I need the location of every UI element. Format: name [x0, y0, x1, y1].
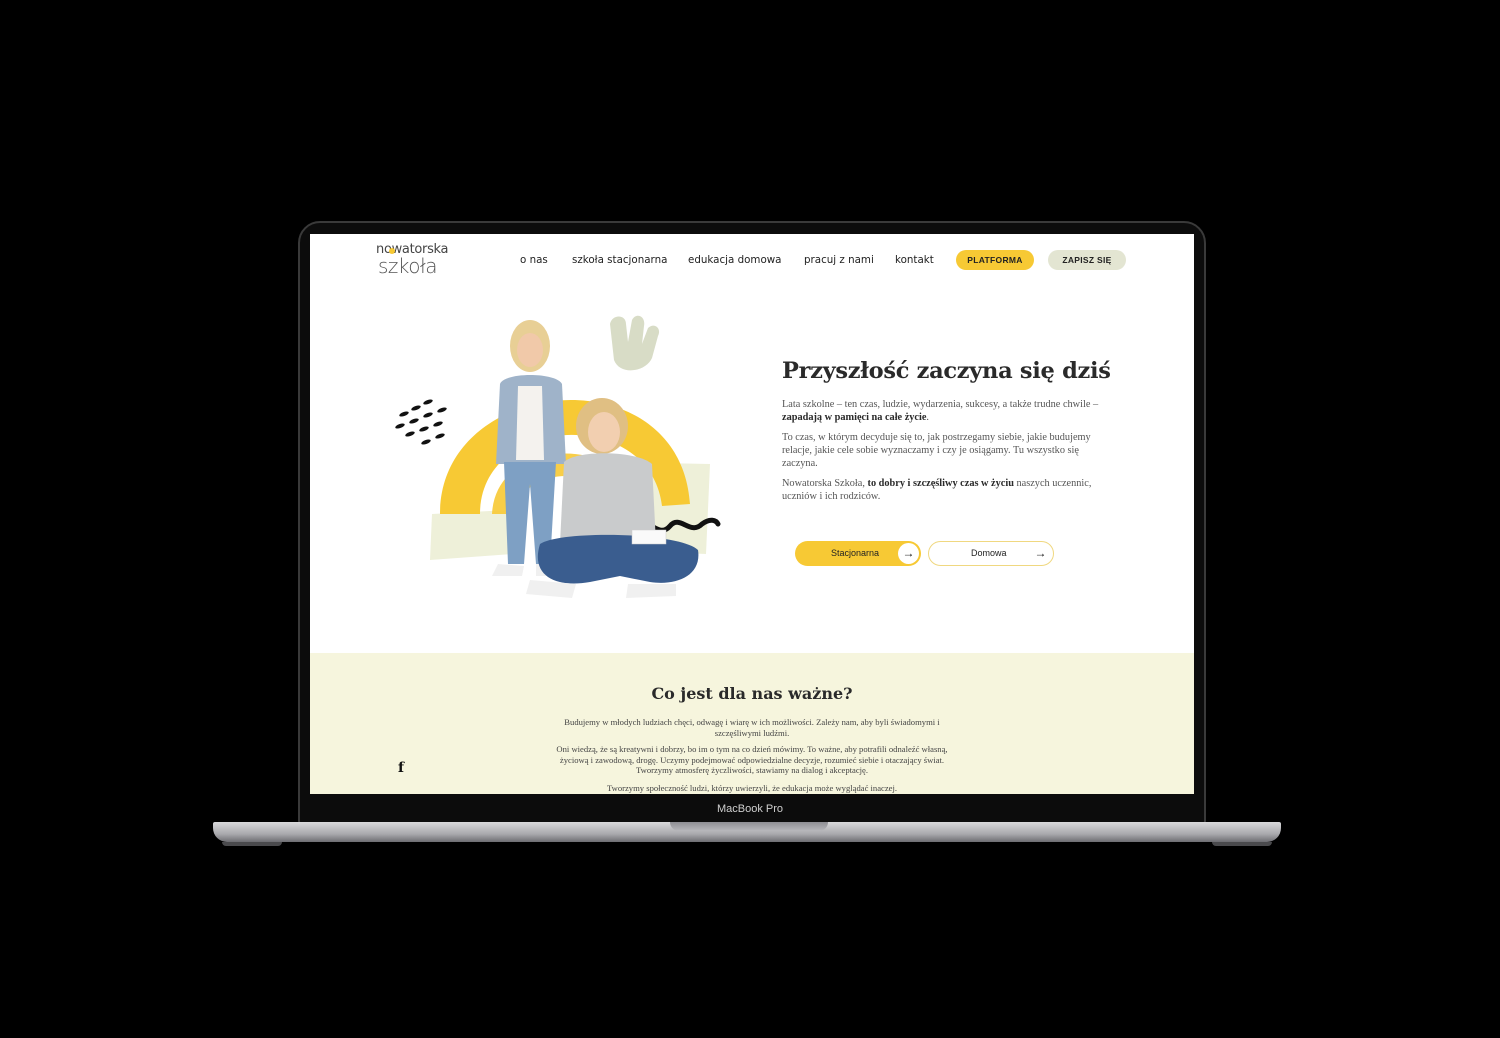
hero-p1-end: .	[926, 412, 929, 423]
hand-doodle	[610, 315, 660, 371]
laptop-foot-left	[222, 842, 282, 846]
hero-title: Przyszłość zaczyna się dziś	[782, 358, 1111, 384]
values-section: Co jest dla nas ważne? Budujemy w młodyc…	[310, 653, 1194, 794]
hero-p3-bold: to dobry i szczęśliwy czas w życiu	[867, 478, 1014, 489]
nav-item-kontakt[interactable]: kontakt	[895, 254, 934, 266]
platform-button[interactable]: PLATFORMA	[956, 250, 1034, 270]
values-title: Co jest dla nas ważne?	[651, 684, 853, 703]
site-logo[interactable]: nowatorska szkoła	[376, 240, 449, 280]
hero-illustration	[395, 315, 721, 598]
hero-p1-bold: zapadają w pamięci na całe życie	[782, 412, 927, 423]
laptop-foot-right	[1212, 842, 1272, 846]
pale-blob-left	[430, 510, 512, 560]
nav-item-o-nas[interactable]: o nas	[520, 254, 548, 266]
values-paragraph-2: Oni wiedzą, że są kreatywni i dobrzy, bo…	[556, 744, 948, 775]
hero-p1-text: Lata szkolne – ten czas, ludzie, wydarze…	[782, 399, 1099, 410]
arrow-right-icon: →	[1034, 546, 1047, 560]
facebook-icon[interactable]: f	[398, 760, 404, 776]
hero-paragraph-3: Nowatorska Szkoła, to dobry i szczęśliwy…	[782, 477, 1112, 503]
browser-viewport: nowatorska szkoła o nas szkoła stacjonar…	[310, 234, 1194, 794]
nav-item-szkola-stacjonarna[interactable]: szkoła stacjonarna	[572, 254, 667, 266]
device-label: MacBook Pro	[716, 803, 784, 815]
hero-text-block: Przyszłość zaczyna się dziś Lata szkolne…	[782, 358, 1112, 503]
laptop-notch	[670, 822, 828, 831]
nav-item-edukacja-domowa[interactable]: edukacja domowa	[688, 254, 782, 266]
nav-item-pracuj-z-nami[interactable]: pracuj z nami	[804, 254, 874, 266]
hero-paragraph-2: To czas, w którym decyduje się to, jak p…	[782, 432, 1091, 469]
site-header: nowatorska szkoła o nas szkoła stacjonar…	[310, 234, 1194, 286]
domowa-button[interactable]: Domowa →	[928, 541, 1054, 566]
hero-p3-text: Nowatorska Szkoła,	[782, 478, 868, 489]
stacjonarna-button[interactable]: Stacjonarna →	[795, 541, 921, 566]
values-paragraph-3: Tworzymy społeczność ludzi, którzy uwier…	[606, 783, 898, 793]
domowa-label: Domowa	[971, 548, 1007, 558]
values-paragraph-1: Budujemy w młodych ludziach chęci, odwag…	[564, 717, 940, 738]
stacjonarna-label: Stacjonarna	[831, 548, 880, 558]
arrow-right-icon: →	[898, 543, 919, 564]
logo-line-2: szkoła	[378, 254, 437, 278]
signup-button[interactable]: ZAPISZ SIĘ	[1048, 250, 1126, 270]
dash-pattern	[395, 399, 447, 445]
hero-paragraph-1: Lata szkolne – ten czas, ludzie, wydarze…	[782, 398, 1112, 424]
